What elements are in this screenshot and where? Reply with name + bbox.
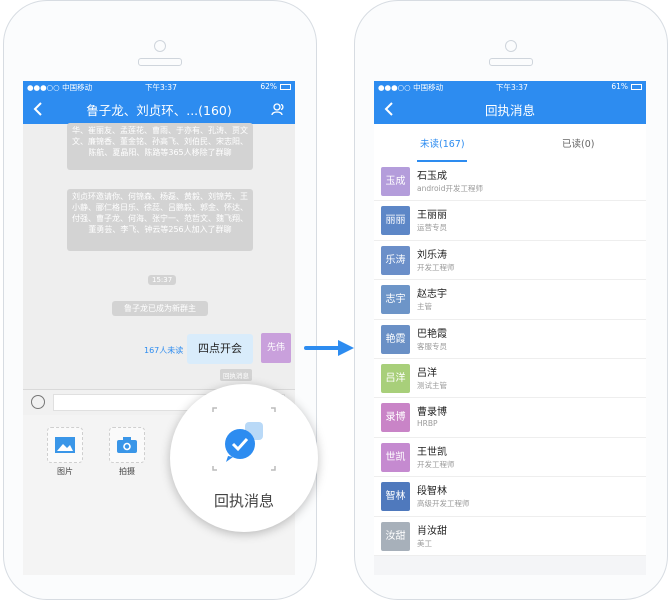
person-name: 赵志宇	[417, 289, 447, 301]
person-name: 曹录博	[417, 407, 447, 419]
unread-people-list: 玉成 石玉成 android开发工程师 丽丽 王丽丽 运营专员 乐涛 刘乐涛 开发工程师 志宇 赵志…	[374, 162, 646, 556]
list-item[interactable]: 艳霞 巴艳霞 客服专员	[374, 320, 646, 359]
person-name: 段智林	[417, 486, 447, 498]
tool-camera[interactable]: 拍摄	[107, 427, 147, 477]
group-members-icon[interactable]	[271, 102, 285, 116]
avatar: 玉成	[381, 167, 410, 196]
person-name: 吕洋	[417, 367, 437, 379]
clock-label: 下午3:37	[145, 83, 177, 92]
voice-icon[interactable]	[31, 395, 45, 409]
chat-title: 鲁子龙、刘贞环、...(160)	[86, 103, 232, 118]
avatar: 智林	[381, 482, 410, 512]
magnifier-label: 回执消息	[213, 492, 274, 510]
person-role: 主管	[417, 302, 432, 312]
battery-label: 61%	[611, 82, 628, 91]
tool-image-label: 图片	[57, 467, 73, 476]
clock-label: 下午3:37	[496, 83, 528, 92]
avatar: 吕洋	[381, 363, 410, 393]
person-role: 测试主管	[417, 380, 447, 390]
phone-frame-right: ●●●○○ 中国移动 下午3:37 61% 回执消息 未读(167) 已读(0)…	[354, 0, 668, 600]
list-item[interactable]: 智林 段智林 高级开发工程师	[374, 477, 646, 517]
phone-camera	[505, 40, 517, 52]
person-role: 运营专员	[417, 223, 447, 233]
avatar: 艳霞	[381, 324, 410, 354]
message-bubble[interactable]: 四点开会	[187, 334, 253, 364]
tab-unread[interactable]: 未读(167)	[420, 136, 465, 150]
arrow-right-icon	[304, 340, 354, 356]
phone-speaker	[138, 58, 182, 66]
receipt-message-icon	[212, 407, 276, 471]
system-message-owner: 鲁子龙已成为新群主	[112, 301, 208, 316]
person-role: 客服专员	[417, 341, 447, 351]
avatar[interactable]: 先伟	[261, 333, 291, 363]
avatar: 汝甜	[381, 521, 410, 551]
list-item[interactable]: 汝甜 肖汝甜 美工	[374, 517, 646, 556]
list-item[interactable]: 志宇 赵志宇 主管	[374, 280, 646, 320]
list-item[interactable]: 乐涛 刘乐涛 开发工程师	[374, 241, 646, 281]
tool-camera-label: 拍摄	[119, 467, 135, 476]
person-name: 王世凯	[417, 446, 447, 458]
battery-icon	[280, 84, 291, 90]
tool-image[interactable]: 图片	[45, 427, 85, 477]
status-bar: ●●●○○ 中国移动 下午3:37 61%	[374, 81, 646, 94]
avatar: 世凯	[381, 442, 410, 472]
time-divider: 15:37	[148, 275, 177, 285]
status-bar: ●●●○○ 中国移动 下午3:37 62%	[23, 81, 295, 94]
list-item[interactable]: 玉成 石玉成 android开发工程师	[374, 162, 646, 202]
person-name: 石玉成	[417, 171, 447, 182]
list-item[interactable]: 世凯 王世凯 开发工程师	[374, 438, 646, 478]
avatar: 乐涛	[381, 245, 410, 275]
person-role: 开发工程师	[417, 262, 455, 272]
avatar: 录博	[381, 403, 410, 433]
list-item[interactable]: 丽丽 王丽丽 运营专员	[374, 201, 646, 241]
receipt-navbar: 回执消息	[374, 94, 646, 124]
person-name: 刘乐涛	[417, 249, 447, 261]
receipt-feature-magnifier: 回执消息	[170, 384, 318, 532]
receipt-tag: 回执消息	[220, 369, 252, 381]
chat-navbar: 鲁子龙、刘贞环、...(160)	[23, 94, 295, 124]
system-message-joined: 刘贞环邀请你、何锦森、杨磊、黄毅、刘锦芳、王小静、郦仁格日乐、徐蕊、吕鹏毅、郭金…	[67, 189, 253, 251]
unread-count-link[interactable]: 167人未读	[144, 345, 183, 356]
person-name: 王丽丽	[417, 210, 447, 222]
battery-icon	[631, 84, 642, 90]
receipt-title: 回执消息	[484, 103, 535, 118]
image-icon	[47, 427, 83, 463]
system-message-removed: 华、崔丽友、孟莲花、曹雨、于亦有、孔涛、贾文文、廉锦香、董金铭、孙高飞、刘伯民、…	[67, 123, 253, 170]
tab-read[interactable]: 已读(0)	[562, 136, 594, 150]
carrier-label: ●●●○○ 中国移动	[27, 83, 93, 92]
camera-icon	[109, 427, 145, 463]
person-role: HRBP	[417, 419, 438, 429]
phone-speaker	[489, 58, 533, 66]
receipt-tabs: 未读(167) 已读(0)	[374, 124, 646, 167]
receipt-screen: ●●●○○ 中国移动 下午3:37 61% 回执消息 未读(167) 已读(0)…	[374, 81, 646, 575]
person-role: 开发工程师	[417, 459, 455, 469]
avatar: 志宇	[381, 285, 410, 315]
person-name: 肖汝甜	[417, 525, 447, 537]
avatar: 丽丽	[381, 206, 410, 236]
person-role: android开发工程师	[417, 184, 483, 193]
list-item[interactable]: 录博 曹录博 HRBP	[374, 398, 646, 438]
person-role: 美工	[417, 538, 432, 548]
person-name: 巴艳霞	[417, 328, 447, 340]
battery-label: 62%	[260, 82, 277, 91]
list-item[interactable]: 吕洋 吕洋 测试主管	[374, 359, 646, 399]
carrier-label: ●●●○○ 中国移动	[378, 83, 444, 92]
person-role: 高级开发工程师	[417, 499, 470, 509]
phone-camera	[154, 40, 166, 52]
